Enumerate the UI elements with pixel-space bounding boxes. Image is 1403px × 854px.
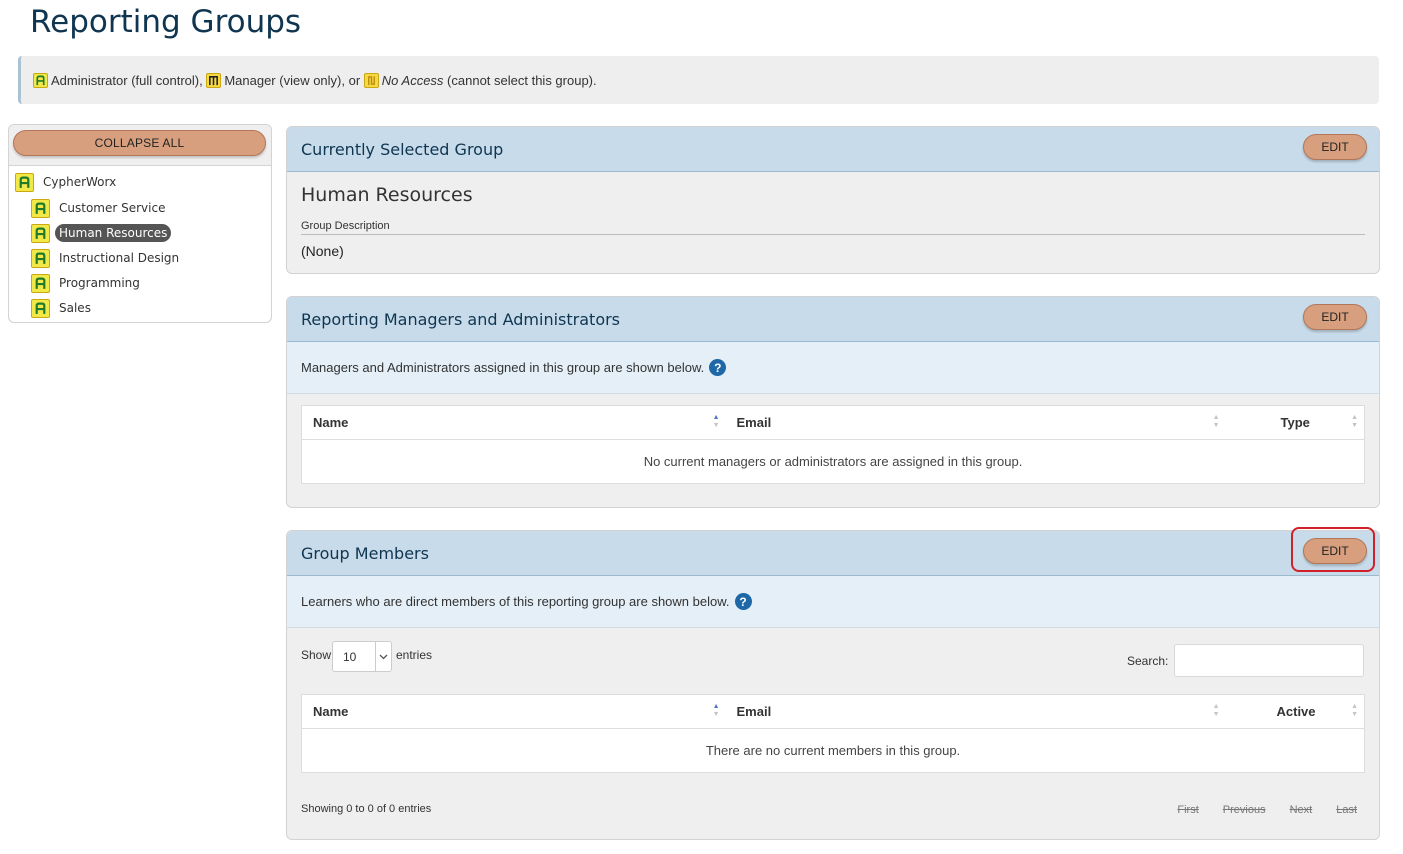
tree-node-instructional-design[interactable]: Instructional Design [31, 248, 183, 268]
pager-first[interactable]: First [1177, 804, 1198, 816]
search-label: Search: [1127, 654, 1169, 668]
show-label: Show [301, 648, 332, 662]
pager-next[interactable]: Next [1290, 804, 1313, 816]
help-icon[interactable]: ? [709, 359, 727, 376]
legend-noaccess-desc: (cannot select this group). [443, 72, 597, 88]
legend-noaccess-label: No Access [381, 72, 444, 88]
column-header-email[interactable]: Email ▲ ▼ [725, 405, 1226, 440]
group-tree-panel: COLLAPSE ALL CypherWorx Customer Service… [8, 124, 272, 323]
panel-title: Group Members [301, 543, 429, 563]
group-description-label: Group Description [301, 220, 390, 232]
members-info-bar: Learners who are direct members of this … [287, 576, 1379, 628]
admin-badge-icon [31, 223, 50, 243]
group-description-value: (None) [301, 243, 344, 259]
table-row: There are no current members in this gro… [302, 729, 1365, 773]
tree-node-label: Programming [59, 276, 140, 290]
column-header-type[interactable]: Type ▲ ▼ [1225, 405, 1365, 440]
no-access-badge-icon [363, 72, 379, 88]
pager-last[interactable]: Last [1336, 804, 1357, 816]
page-title: Reporting Groups [30, 4, 302, 40]
members-info-text: Learners who are direct members of this … [301, 594, 730, 609]
entries-value: 10 [343, 649, 357, 664]
edit-managers-button[interactable]: EDIT [1303, 304, 1367, 330]
help-icon[interactable]: ? [734, 593, 752, 610]
members-table: Name ▲ ▼ Email ▲ ▼ Active ▲ ▼ There are no … [301, 694, 1365, 773]
tree-node-label: Customer Service [59, 201, 166, 215]
tree-node-label: CypherWorx [43, 175, 117, 189]
members-panel: Group Members EDIT Learners who are dire… [286, 527, 1380, 840]
managers-table: Name ▲ ▼ Email ▲ ▼ Type ▲ ▼ No current mana… [301, 405, 1365, 484]
tree-node-sales[interactable]: Sales [31, 298, 95, 318]
legend-admin-desc: (full control), [127, 72, 207, 88]
admin-badge-icon [33, 72, 48, 88]
admin-badge-icon [31, 298, 50, 318]
sort-icon: ▲ ▼ [712, 414, 720, 429]
admin-badge-icon [31, 248, 50, 268]
column-header-name[interactable]: Name ▲ ▼ [301, 405, 726, 440]
sort-icon: ▲ ▼ [1212, 414, 1220, 429]
chevron-down-icon [375, 642, 391, 671]
group-tree: CypherWorx Customer Service Human Resour… [9, 165, 271, 322]
edit-members-button[interactable]: EDIT [1303, 538, 1367, 564]
search-input[interactable] [1174, 644, 1364, 677]
tree-node-cypherworx[interactable]: CypherWorx [15, 172, 120, 192]
divider [301, 234, 1365, 235]
managers-panel: Reporting Managers and Administrators ED… [286, 296, 1380, 508]
panel-title: Currently Selected Group [301, 139, 504, 159]
panel-header: Reporting Managers and Administrators ED… [287, 297, 1379, 342]
tree-node-label: Instructional Design [59, 251, 180, 265]
legend-manager-label: Manager [224, 72, 276, 88]
group-name: Human Resources [301, 184, 473, 206]
empty-message: There are no current members in this gro… [705, 743, 961, 758]
collapse-all-button[interactable]: COLLAPSE ALL [13, 130, 266, 156]
empty-message: No current managers or administrators ar… [643, 454, 1023, 469]
pagination: First Previous Next Last [1177, 804, 1357, 816]
admin-badge-icon [31, 273, 50, 293]
manager-badge-icon [206, 72, 222, 88]
panel-title: Reporting Managers and Administrators [301, 309, 621, 329]
entries-select[interactable]: 10 [332, 641, 392, 672]
legend-manager-desc: (view only), or [275, 72, 364, 88]
column-header-active[interactable]: Active ▲ ▼ [1225, 694, 1365, 729]
tree-node-programming[interactable]: Programming [31, 273, 144, 293]
sort-icon: ▲ ▼ [712, 703, 720, 718]
entries-label: entries [396, 648, 433, 662]
admin-badge-icon [15, 172, 34, 192]
tree-node-label: Human Resources [55, 224, 172, 242]
managers-info-bar: Managers and Administrators assigned in … [287, 342, 1379, 394]
panel-header: Currently Selected Group EDIT [287, 127, 1379, 172]
tree-node-label: Sales [59, 301, 91, 315]
pager-previous[interactable]: Previous [1223, 804, 1266, 816]
sort-icon: ▲ ▼ [1351, 703, 1358, 718]
sort-icon: ▲ ▼ [1351, 414, 1358, 429]
sort-icon: ▲ ▼ [1212, 703, 1220, 718]
table-info-text: Showing 0 to 0 of 0 entries [301, 803, 432, 815]
access-legend: Administrator (full control), Manager (v… [18, 56, 1379, 104]
legend-admin-label: Administrator [51, 72, 128, 88]
admin-badge-icon [31, 198, 50, 218]
tree-node-human-resources[interactable]: Human Resources [31, 223, 172, 243]
selected-group-panel: Currently Selected Group EDIT Human Reso… [286, 126, 1380, 274]
tree-node-customer-service[interactable]: Customer Service [31, 198, 169, 218]
panel-header: Group Members EDIT [287, 527, 1379, 576]
column-header-email[interactable]: Email ▲ ▼ [725, 694, 1226, 729]
managers-info-text: Managers and Administrators assigned in … [301, 360, 705, 375]
edit-selected-group-button[interactable]: EDIT [1303, 134, 1367, 160]
column-header-name[interactable]: Name ▲ ▼ [301, 694, 726, 729]
table-row: No current managers or administrators ar… [302, 440, 1365, 484]
